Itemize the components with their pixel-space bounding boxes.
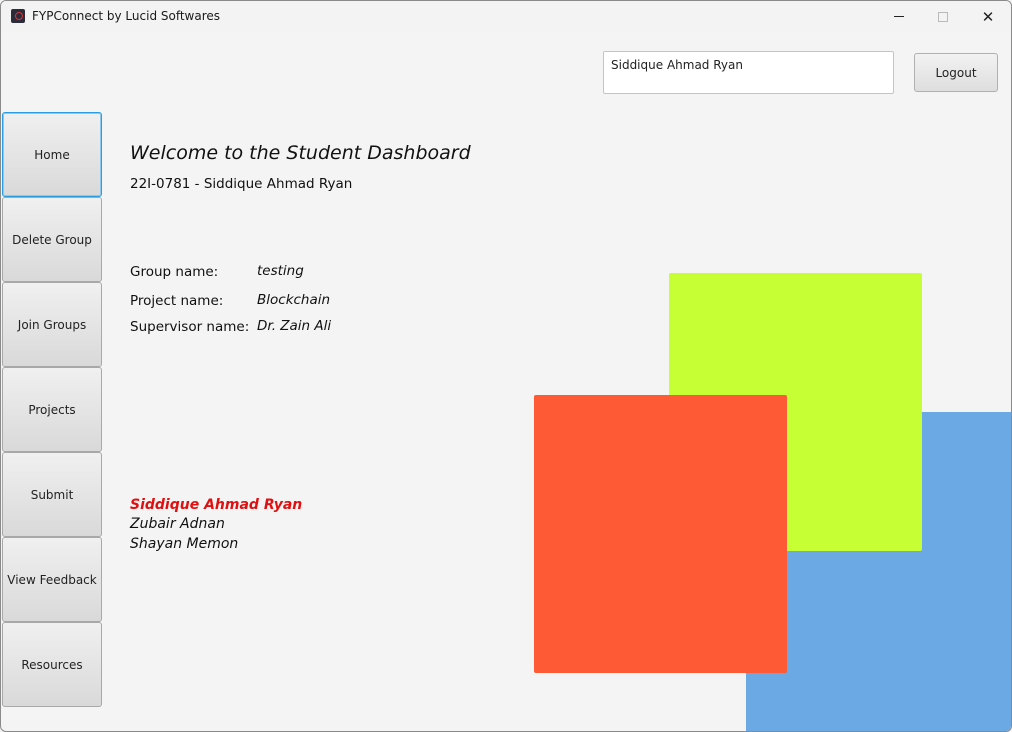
group-name-value: testing	[257, 263, 304, 279]
sidebar-item-delete-group[interactable]: Delete Group	[2, 197, 102, 282]
decorative-orange-block	[534, 395, 787, 673]
sidebar-item-submit[interactable]: Submit	[2, 452, 102, 537]
sidebar-item-view-feedback[interactable]: View Feedback	[2, 537, 102, 622]
minimize-icon	[894, 16, 904, 17]
sidebar-item-join-groups[interactable]: Join Groups	[2, 282, 102, 367]
group-name-label: Group name:	[130, 264, 219, 280]
supervisor-name-label: Supervisor name:	[130, 319, 250, 335]
window-title: FYPConnect by Lucid Softwares	[32, 9, 221, 23]
title-bar: FYPConnect by Lucid Softwares ✕	[1, 1, 1011, 32]
sidebar-item-home[interactable]: Home	[2, 112, 102, 197]
close-icon: ✕	[981, 7, 995, 26]
minimize-button[interactable]	[876, 1, 922, 32]
app-logo-icon	[11, 9, 25, 23]
group-member: Zubair Adnan	[130, 516, 225, 532]
app-window: FYPConnect by Lucid Softwares ✕ Siddique…	[0, 0, 1012, 732]
project-name-value: Blockchain	[257, 292, 331, 308]
page-title: Welcome to the Student Dashboard	[130, 142, 471, 164]
supervisor-name-value: Dr. Zain Ali	[257, 318, 332, 334]
sidebar-item-projects[interactable]: Projects	[2, 367, 102, 452]
sidebar-item-resources[interactable]: Resources	[2, 622, 102, 707]
maximize-button[interactable]	[920, 1, 966, 32]
student-id-label: 22I-0781 - Siddique Ahmad Ryan	[130, 176, 353, 192]
close-button[interactable]: ✕	[965, 1, 1011, 32]
logout-button[interactable]: Logout	[914, 53, 998, 92]
group-member-current: Siddique Ahmad Ryan	[130, 497, 303, 513]
maximize-icon	[938, 11, 948, 22]
group-member: Shayan Memon	[130, 536, 239, 552]
username-field[interactable]: Siddique Ahmad Ryan	[603, 51, 894, 94]
project-name-label: Project name:	[130, 293, 224, 309]
